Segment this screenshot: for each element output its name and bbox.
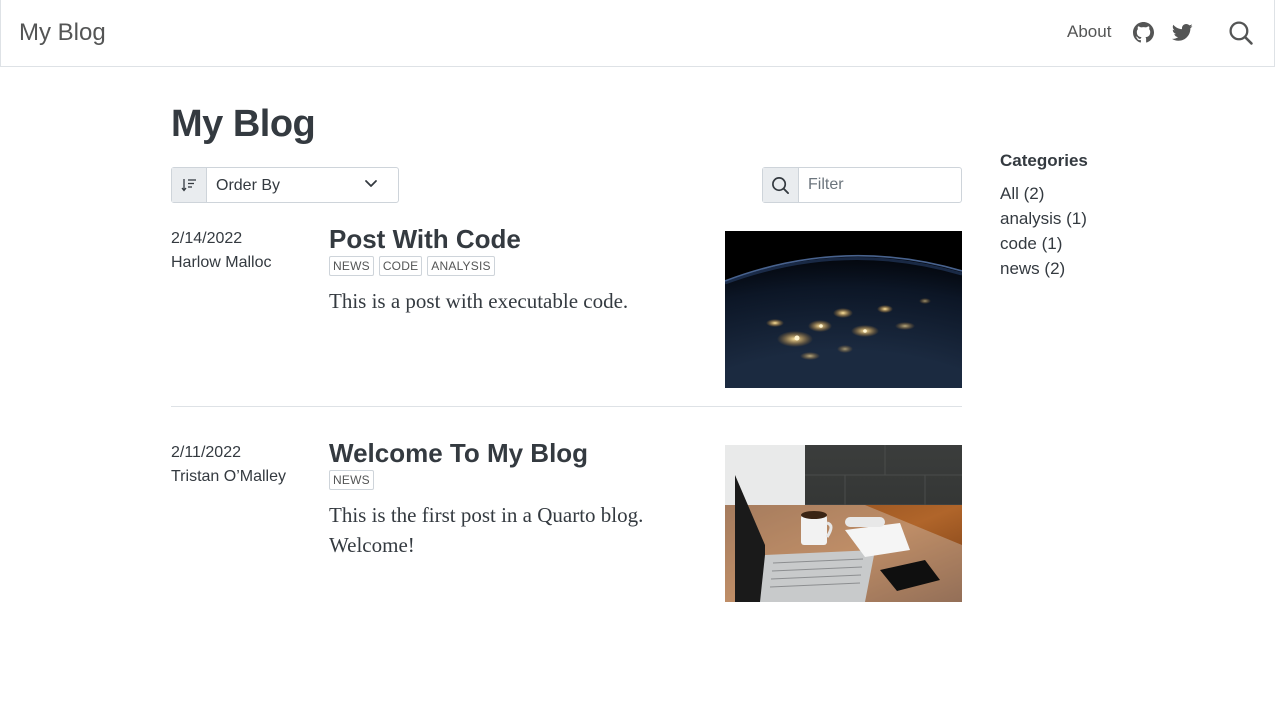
post-title-link[interactable]: Welcome To My Blog bbox=[329, 438, 588, 469]
post-thumbnail-earth[interactable] bbox=[725, 231, 962, 388]
page-title: My Blog bbox=[171, 103, 316, 145]
nav-about-link[interactable]: About bbox=[1067, 22, 1111, 42]
twitter-icon[interactable] bbox=[1172, 22, 1193, 43]
post-tags: NEWS CODE ANALYSIS bbox=[329, 256, 495, 276]
tag-analysis[interactable]: ANALYSIS bbox=[427, 256, 495, 276]
post-author: Harlow Malloc bbox=[171, 254, 272, 271]
order-by-label: Order By bbox=[216, 177, 281, 194]
brand-link[interactable]: My Blog bbox=[19, 19, 106, 47]
filter-icon-box bbox=[763, 168, 799, 202]
search-icon bbox=[772, 177, 790, 195]
category-analysis[interactable]: analysis (1) bbox=[1000, 206, 1087, 231]
post-author: Tristan O’Malley bbox=[171, 468, 286, 485]
post-title-link[interactable]: Post With Code bbox=[329, 224, 521, 255]
search-icon[interactable] bbox=[1228, 20, 1253, 45]
post-description: This is the first post in a Quarto blog.… bbox=[329, 503, 644, 557]
category-all[interactable]: All (2) bbox=[1000, 181, 1087, 206]
tag-news[interactable]: NEWS bbox=[329, 256, 374, 276]
sort-icon bbox=[181, 179, 196, 192]
post-thumbnail-laptop[interactable] bbox=[725, 445, 962, 602]
filter-box bbox=[762, 167, 962, 203]
category-news[interactable]: news (2) bbox=[1000, 256, 1087, 281]
tag-code[interactable]: CODE bbox=[378, 256, 423, 276]
post-tags: NEWS bbox=[329, 470, 374, 490]
chevron-down-icon bbox=[365, 180, 377, 187]
post-date: 2/11/2022 bbox=[171, 444, 241, 461]
tag-news[interactable]: NEWS bbox=[329, 470, 374, 490]
post-divider bbox=[171, 406, 962, 407]
filter-input[interactable] bbox=[800, 168, 961, 202]
category-code[interactable]: code (1) bbox=[1000, 231, 1087, 256]
github-icon[interactable] bbox=[1133, 22, 1154, 43]
post-description: This is a post with executable code. bbox=[329, 289, 629, 313]
post-date: 2/14/2022 bbox=[171, 230, 243, 247]
sort-icon-box bbox=[172, 168, 207, 202]
navbar: My Blog About bbox=[0, 0, 1275, 67]
categories-list: All (2) analysis (1) code (1) news (2) bbox=[1000, 181, 1087, 281]
categories-title: Categories bbox=[1000, 151, 1088, 170]
order-by-select[interactable]: Order By bbox=[171, 167, 399, 203]
